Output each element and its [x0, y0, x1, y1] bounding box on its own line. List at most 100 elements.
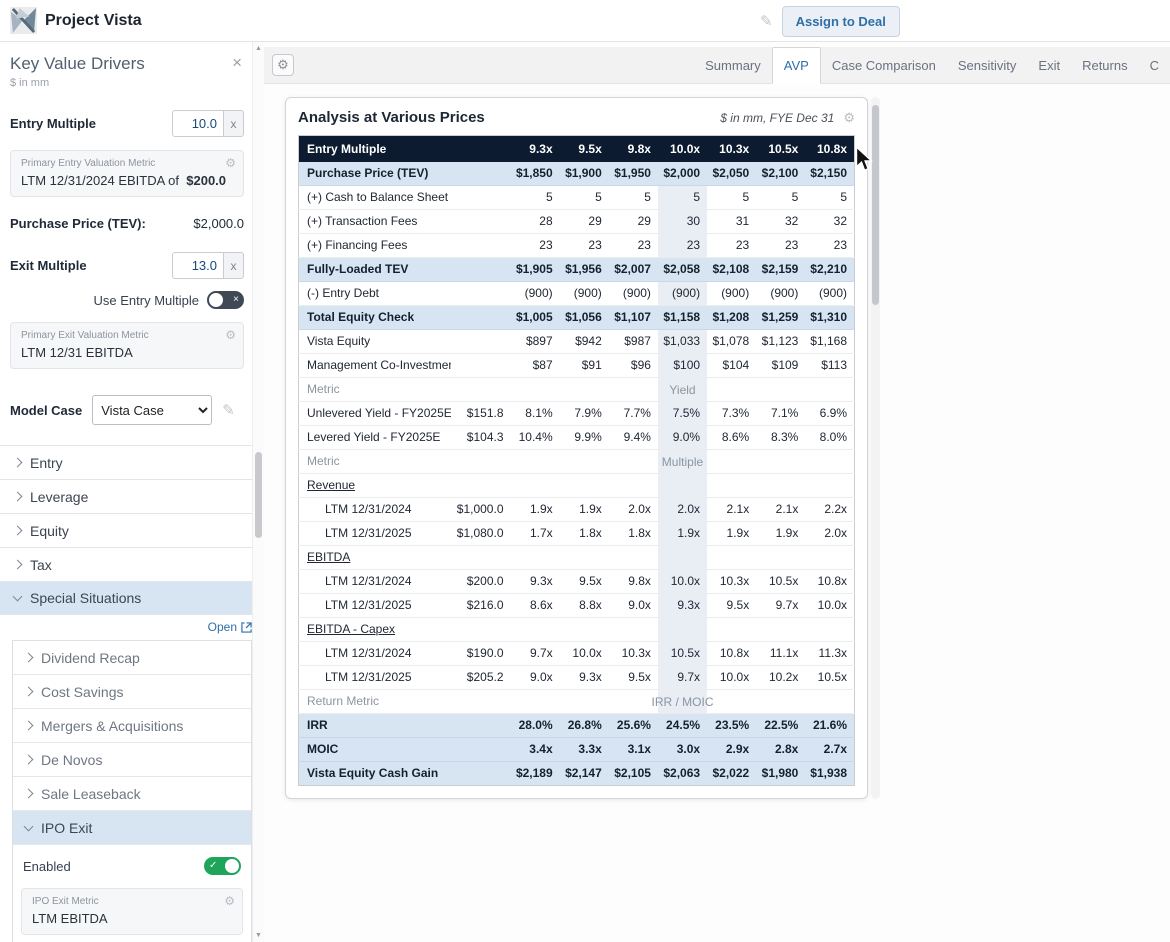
avp-col-10-5x: 10.5x: [756, 136, 805, 163]
scroll-up-icon[interactable]: ▲: [253, 45, 264, 52]
entry-metric-value: LTM 12/31/2024 EBITDA of $200.0: [21, 173, 215, 188]
cell: 7.3%: [707, 402, 756, 426]
ipo-exit-content: Enabled ✓ IPO Exit Metric LTM EBITDA ⚙: [13, 845, 251, 942]
sidebar-scrollbar-thumb[interactable]: [255, 452, 262, 538]
tab-case-comparison[interactable]: Case Comparison: [821, 47, 947, 83]
tab-exit[interactable]: Exit: [1027, 47, 1071, 83]
edit-title-pencil-icon[interactable]: ✎: [760, 12, 773, 30]
exit-valuation-metric-box: Primary Exit Valuation Metric LTM 12/31 …: [10, 322, 244, 369]
cell: $1,005: [511, 306, 560, 330]
cell: $1,158: [658, 306, 707, 330]
cell: $1,078: [707, 330, 756, 354]
sidebar-section-ipo-exit[interactable]: IPO Exit: [13, 811, 251, 845]
cell: $942: [560, 330, 609, 354]
chevron-right-icon: [13, 560, 23, 570]
cell: (900): [609, 282, 658, 306]
cell: [756, 618, 805, 642]
entry-valuation-metric-box: Primary Entry Valuation Metric LTM 12/31…: [10, 150, 244, 197]
tab-returns[interactable]: Returns: [1071, 47, 1139, 83]
gear-icon[interactable]: ⚙: [225, 329, 236, 341]
sidebar-section-special-situations[interactable]: Special Situations: [0, 581, 264, 615]
cell: 31: [707, 210, 756, 234]
close-icon[interactable]: ×: [232, 54, 242, 71]
row-metric-value: $104.3: [451, 426, 511, 450]
main-scrollbar-thumb[interactable]: [872, 105, 879, 305]
cell: $1,056: [560, 306, 609, 330]
cell: 1.9x: [511, 498, 560, 522]
gear-icon[interactable]: ⚙: [224, 895, 235, 907]
edit-case-pencil-icon[interactable]: ✎: [222, 401, 235, 419]
avp-settings-gear-icon[interactable]: ⚙: [843, 111, 855, 124]
sidebar-section-mergers-acquisitions[interactable]: Mergers & Acquisitions: [13, 709, 251, 743]
use-entry-multiple-toggle[interactable]: ×: [207, 291, 244, 309]
sidebar-scrollbar[interactable]: ▲ ▼: [252, 42, 264, 942]
section-label: Entry: [30, 455, 63, 471]
sidebar-section-dividend-recap[interactable]: Dividend Recap: [13, 641, 251, 675]
sidebar-section-de-novos[interactable]: De Novos: [13, 743, 251, 777]
row-metric-value: [451, 450, 511, 474]
cell: 8.6x: [511, 594, 560, 618]
main-scrollbar[interactable]: [871, 97, 880, 799]
scroll-down-icon[interactable]: ▼: [253, 932, 264, 939]
cell: 9.0%: [658, 426, 707, 450]
cell: [609, 474, 658, 498]
cell: 9.7x: [511, 642, 560, 666]
cell: $1,900: [560, 162, 609, 186]
avp-col-9-5x: 9.5x: [560, 136, 609, 163]
avp-title: Analysis at Various Prices: [298, 109, 485, 126]
row-label: Metric: [299, 378, 451, 402]
cell: [756, 690, 805, 714]
cell: 24.5%: [658, 714, 707, 738]
cell: [658, 618, 707, 642]
avp-table-headrow: Entry Multiple9.3x9.5x9.8x10.0x10.3x10.5…: [299, 136, 855, 163]
avp-row-unlevered-yield-fy2025e-151-8: Unlevered Yield - FY2025E$151.88.1%7.9%7…: [299, 402, 855, 426]
cell: [805, 690, 854, 714]
cell: 2.2x: [805, 498, 854, 522]
tab-c[interactable]: C: [1139, 47, 1170, 83]
main-content: ⚙ SummaryAVPCase ComparisonSensitivityEx…: [264, 42, 1170, 942]
sidebar-section-sale-leaseback[interactable]: Sale Leaseback: [13, 777, 251, 811]
row-label: LTM 12/31/2025: [299, 594, 451, 618]
tab-sensitivity[interactable]: Sensitivity: [947, 47, 1028, 83]
model-case-select[interactable]: Vista Case: [92, 395, 212, 425]
sidebar-title: Key Value Drivers: [10, 54, 244, 74]
cell: $1,259: [756, 306, 805, 330]
cell: 9.5x: [609, 666, 658, 690]
cell: 29: [609, 210, 658, 234]
cell: 5: [609, 186, 658, 210]
tab-summary[interactable]: Summary: [694, 47, 772, 83]
entry-multiple-input[interactable]: [172, 110, 224, 137]
sidebar-section-equity[interactable]: Equity: [0, 513, 264, 547]
open-special-situations-link[interactable]: Open: [208, 620, 252, 634]
sidebar-section-entry[interactable]: Entry: [0, 445, 264, 479]
row-label: EBITDA - Capex: [299, 618, 451, 642]
chevron-right-icon: [13, 526, 23, 536]
assign-to-deal-button[interactable]: Assign to Deal: [782, 6, 900, 37]
cell: 10.0x: [560, 642, 609, 666]
cell: (900): [511, 282, 560, 306]
gear-icon[interactable]: ⚙: [225, 157, 236, 169]
row-metric-value: [451, 738, 511, 762]
cell: [511, 378, 560, 402]
sidebar-section-tax[interactable]: Tax: [0, 547, 264, 581]
avp-row-entry-debt: (-) Entry Debt(900)(900)(900)(900)(900)(…: [299, 282, 855, 306]
cell: 10.0x: [707, 666, 756, 690]
avp-card: Analysis at Various Prices $ in mm, FYE …: [285, 97, 868, 799]
cell: 3.0x: [658, 738, 707, 762]
tab-avp[interactable]: AVP: [772, 47, 821, 84]
cell: $113: [805, 354, 854, 378]
avp-row-financing-fees: (+) Financing Fees23232323232323: [299, 234, 855, 258]
cell: $897: [511, 330, 560, 354]
row-metric-value: [451, 306, 511, 330]
top-bar: Project Vista ✎ Assign to Deal: [0, 0, 1170, 42]
ipo-enabled-toggle[interactable]: ✓: [204, 857, 241, 875]
exit-multiple-input[interactable]: [172, 252, 224, 279]
avp-col-10-0x: 10.0x: [658, 136, 707, 163]
cell: 10.3x: [707, 570, 756, 594]
cell: 9.7x: [756, 594, 805, 618]
sidebar-section-leverage[interactable]: Leverage: [0, 479, 264, 513]
sidebar-section-cost-savings[interactable]: Cost Savings: [13, 675, 251, 709]
panel-settings-gear-button[interactable]: ⚙: [272, 54, 294, 76]
chevron-right-icon: [24, 687, 34, 697]
purchase-price-value: $2,000.0: [193, 216, 244, 231]
